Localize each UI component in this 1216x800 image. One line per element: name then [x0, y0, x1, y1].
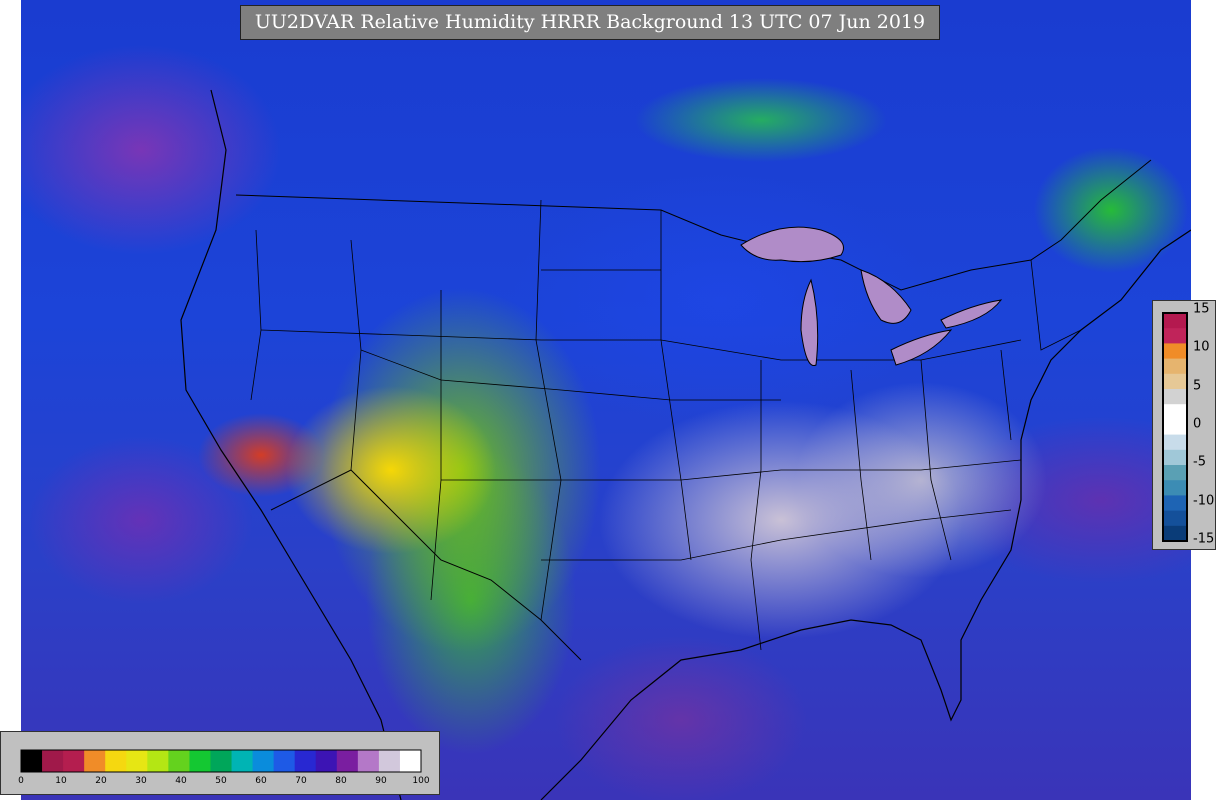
- map-boundaries: [180, 89, 1191, 800]
- border-mexico: [270, 469, 582, 661]
- colorbar-tick-label: 10: [1193, 339, 1210, 355]
- colorbar-tick-label: 60: [255, 776, 267, 786]
- colorbar-swatch: [273, 750, 296, 772]
- colorbar-tick-label: 70: [295, 776, 307, 786]
- colorbar-swatch: [1163, 404, 1187, 420]
- colorbar-tick-label: 0: [18, 776, 24, 786]
- colorbar-tick-label: 15: [1193, 301, 1210, 317]
- colorbar-tick-label: 20: [95, 776, 107, 786]
- colorbar-tick-label: 50: [215, 776, 227, 786]
- colorbar-swatch: [1163, 313, 1187, 329]
- humidity-colorbar: 0 10 20 30 40 50 60 70 80 90 100: [0, 731, 440, 795]
- difference-colorbar-swatches: [1162, 312, 1188, 542]
- colorbar-tick-label: -5: [1193, 454, 1206, 470]
- colorbar-swatch: [1163, 373, 1187, 390]
- map-title: UU2DVAR Relative Humidity HRRR Backgroun…: [240, 5, 940, 40]
- state-lines: [250, 199, 1082, 651]
- colorbar-tick-label: 0: [1193, 416, 1202, 432]
- colorbar-tick-label: 100: [412, 776, 430, 786]
- great-lakes: [740, 226, 1003, 367]
- colorbar-swatch: [210, 750, 233, 772]
- colorbar-swatch: [1163, 389, 1187, 405]
- colorbar-swatch: [378, 750, 401, 772]
- colorbar-swatch: [1163, 525, 1187, 542]
- colorbar-swatch: [399, 750, 422, 772]
- colorbar-swatch: [84, 750, 106, 772]
- colorbar-tick-label: 40: [175, 776, 187, 786]
- colorbar-tick-label: 10: [55, 776, 67, 786]
- colorbar-swatch: [1163, 358, 1187, 375]
- colorbar-swatch: [63, 750, 85, 772]
- colorbar-swatch: [357, 750, 380, 772]
- colorbar-swatch: [105, 750, 127, 772]
- colorbar-swatch: [1163, 419, 1187, 436]
- colorbar-tick-label: -10: [1193, 493, 1215, 509]
- colorbar-tick-label: 90: [375, 776, 387, 786]
- colorbar-swatch: [294, 750, 317, 772]
- colorbar-swatch: [1163, 480, 1187, 496]
- colorbar-swatch: [168, 750, 190, 772]
- colorbar-swatch: [21, 750, 43, 772]
- colorbar-swatch: [1163, 328, 1187, 344]
- humidity-colorbar-swatches: [20, 749, 422, 773]
- colorbar-swatch: [315, 750, 338, 772]
- colorbar-swatch: [1163, 343, 1187, 360]
- border-canada: [235, 159, 1152, 291]
- colorbar-swatch: [189, 750, 211, 772]
- colorbar-swatch: [1163, 510, 1187, 527]
- colorbar-tick-label: 5: [1193, 378, 1202, 394]
- colorbar-swatch: [1163, 465, 1187, 481]
- colorbar-swatch: [231, 750, 254, 772]
- colorbar-swatch: [126, 750, 148, 772]
- colorbar-swatch: [336, 750, 359, 772]
- colorbar-tick-label: 30: [135, 776, 147, 786]
- humidity-map: [21, 0, 1191, 800]
- colorbar-swatch: [1163, 449, 1187, 466]
- colorbar-swatch: [147, 750, 169, 772]
- colorbar-swatch: [42, 750, 64, 772]
- colorbar-swatch: [1163, 434, 1187, 451]
- difference-colorbar: 15 10 5 0 -5 -10 -15: [1152, 300, 1216, 550]
- colorbar-tick-label: 80: [335, 776, 347, 786]
- colorbar-swatch: [1163, 495, 1187, 512]
- colorbar-tick-label: -15: [1193, 531, 1215, 547]
- coastline-gulf: [540, 229, 1191, 800]
- colorbar-swatch: [252, 750, 275, 772]
